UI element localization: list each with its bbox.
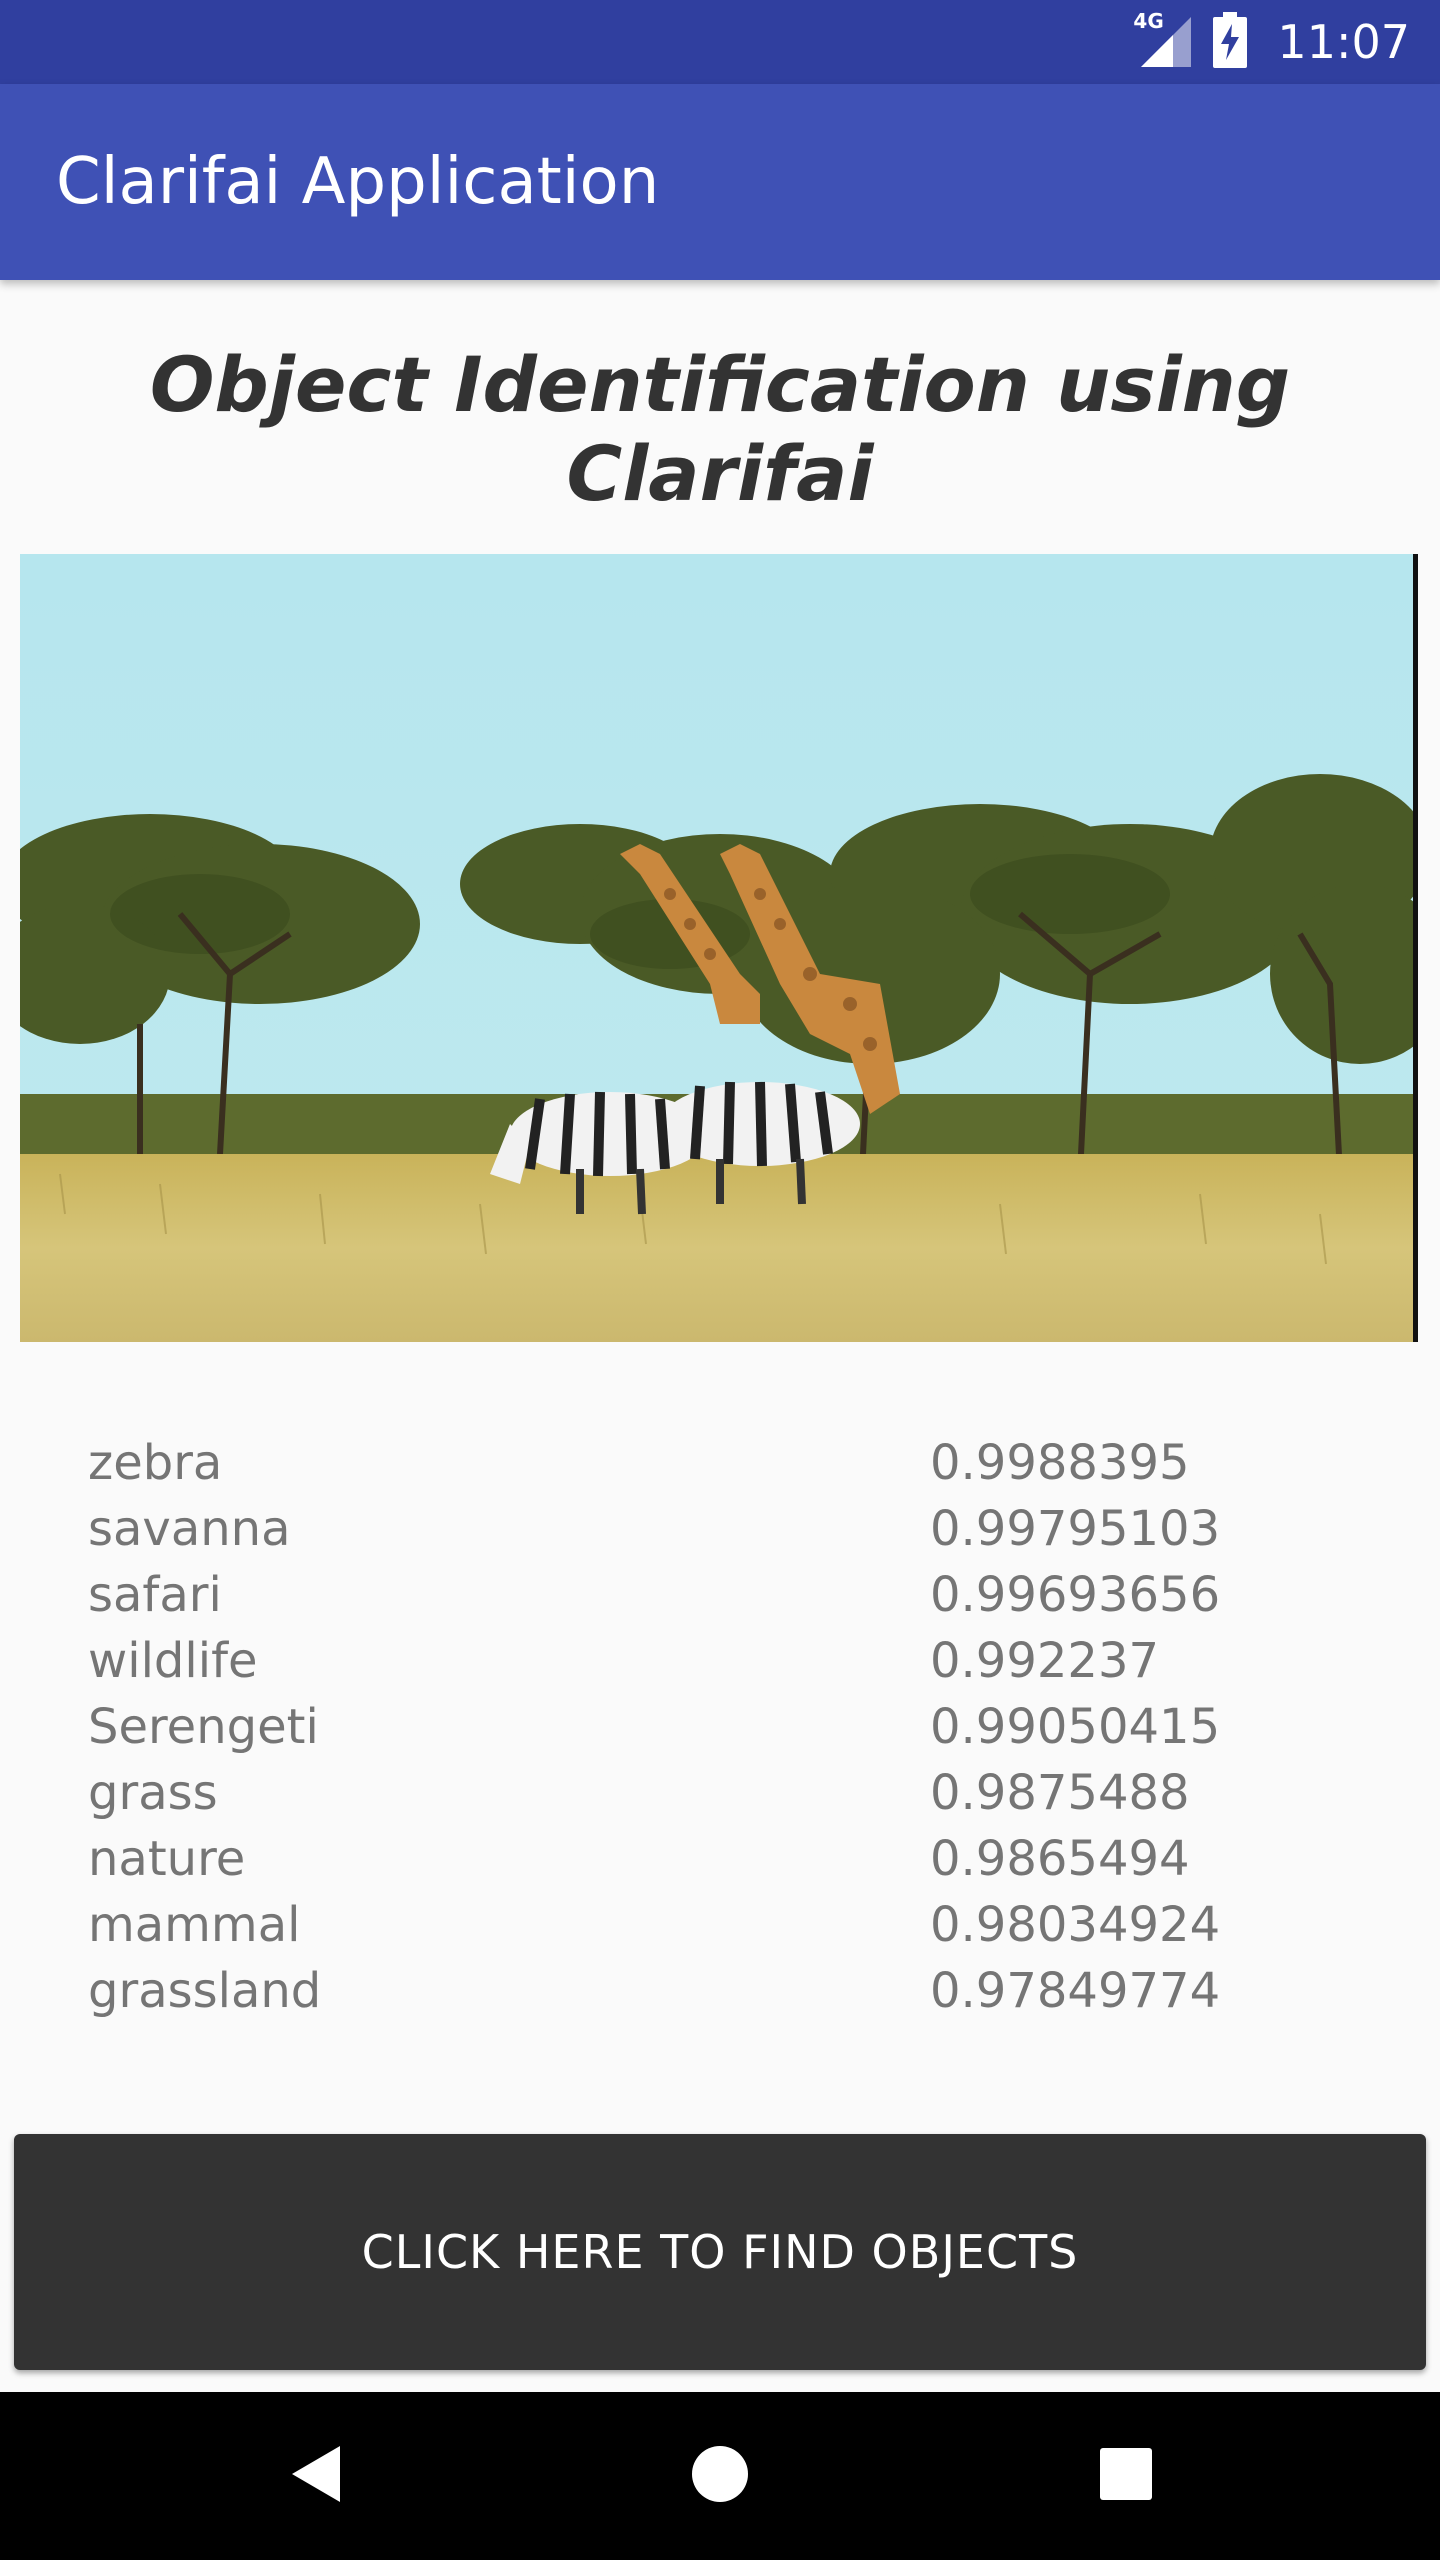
status-bar: 4G 11:07 bbox=[0, 0, 1440, 84]
label-name: zebra bbox=[88, 1435, 223, 1491]
label-name: safari bbox=[88, 1567, 222, 1623]
list-item: grass 0.9875488 bbox=[88, 1760, 1288, 1826]
back-button[interactable] bbox=[216, 2392, 416, 2560]
label-score: 0.99050415 bbox=[930, 1699, 1221, 1755]
recents-button[interactable] bbox=[1026, 2392, 1226, 2560]
label-name: mammal bbox=[88, 1897, 301, 1953]
label-score: 0.9988395 bbox=[930, 1435, 1190, 1491]
app-bar: Clarifai Application bbox=[0, 84, 1440, 280]
page-heading: Object Identification using Clarifai bbox=[149, 340, 1291, 518]
status-icons: 4G 11:07 bbox=[1133, 9, 1410, 72]
label-score: 0.99795103 bbox=[930, 1501, 1221, 1557]
label-score: 0.992237 bbox=[930, 1633, 1160, 1689]
label-score: 0.9865494 bbox=[930, 1831, 1190, 1887]
navigation-bar bbox=[0, 2392, 1440, 2560]
list-item: safari 0.99693656 bbox=[88, 1562, 1288, 1628]
back-icon bbox=[288, 2444, 344, 2508]
battery-charging-icon bbox=[1213, 12, 1248, 72]
label-name: grass bbox=[88, 1765, 218, 1821]
list-item: nature 0.9865494 bbox=[88, 1826, 1288, 1892]
list-item: Serengeti 0.99050415 bbox=[88, 1694, 1288, 1760]
home-icon bbox=[691, 2445, 749, 2507]
find-objects-button[interactable]: CLICK HERE TO FIND OBJECTS bbox=[14, 2134, 1426, 2370]
label-name: Serengeti bbox=[88, 1699, 319, 1755]
list-item: zebra 0.9988395 bbox=[88, 1430, 1288, 1496]
list-item: savanna 0.99795103 bbox=[88, 1496, 1288, 1562]
app-title: Clarifai Application bbox=[56, 145, 660, 219]
screen: 4G 11:07 Clarifai Application Object Ide… bbox=[0, 0, 1440, 2560]
list-item: mammal 0.98034924 bbox=[88, 1892, 1288, 1958]
label-name: savanna bbox=[88, 1501, 291, 1557]
label-name: wildlife bbox=[88, 1633, 258, 1689]
analyzed-image bbox=[20, 554, 1418, 1342]
label-score: 0.99693656 bbox=[930, 1567, 1221, 1623]
network-signal-icon: 4G bbox=[1133, 9, 1192, 67]
label-name: grassland bbox=[88, 1963, 322, 2019]
label-score: 0.97849774 bbox=[930, 1963, 1221, 2019]
label-score: 0.9875488 bbox=[930, 1765, 1190, 1821]
label-score: 0.98034924 bbox=[930, 1897, 1221, 1953]
clock: 11:07 bbox=[1277, 15, 1410, 69]
label-name: nature bbox=[88, 1831, 246, 1887]
network-type-label: 4G bbox=[1133, 9, 1164, 33]
recents-icon bbox=[1099, 2447, 1153, 2505]
list-item: grassland 0.97849774 bbox=[88, 1958, 1288, 2024]
list-item: wildlife 0.992237 bbox=[88, 1628, 1288, 1694]
home-button[interactable] bbox=[620, 2392, 820, 2560]
results-list: zebra 0.9988395 savanna 0.99795103 safar… bbox=[88, 1430, 1288, 2024]
